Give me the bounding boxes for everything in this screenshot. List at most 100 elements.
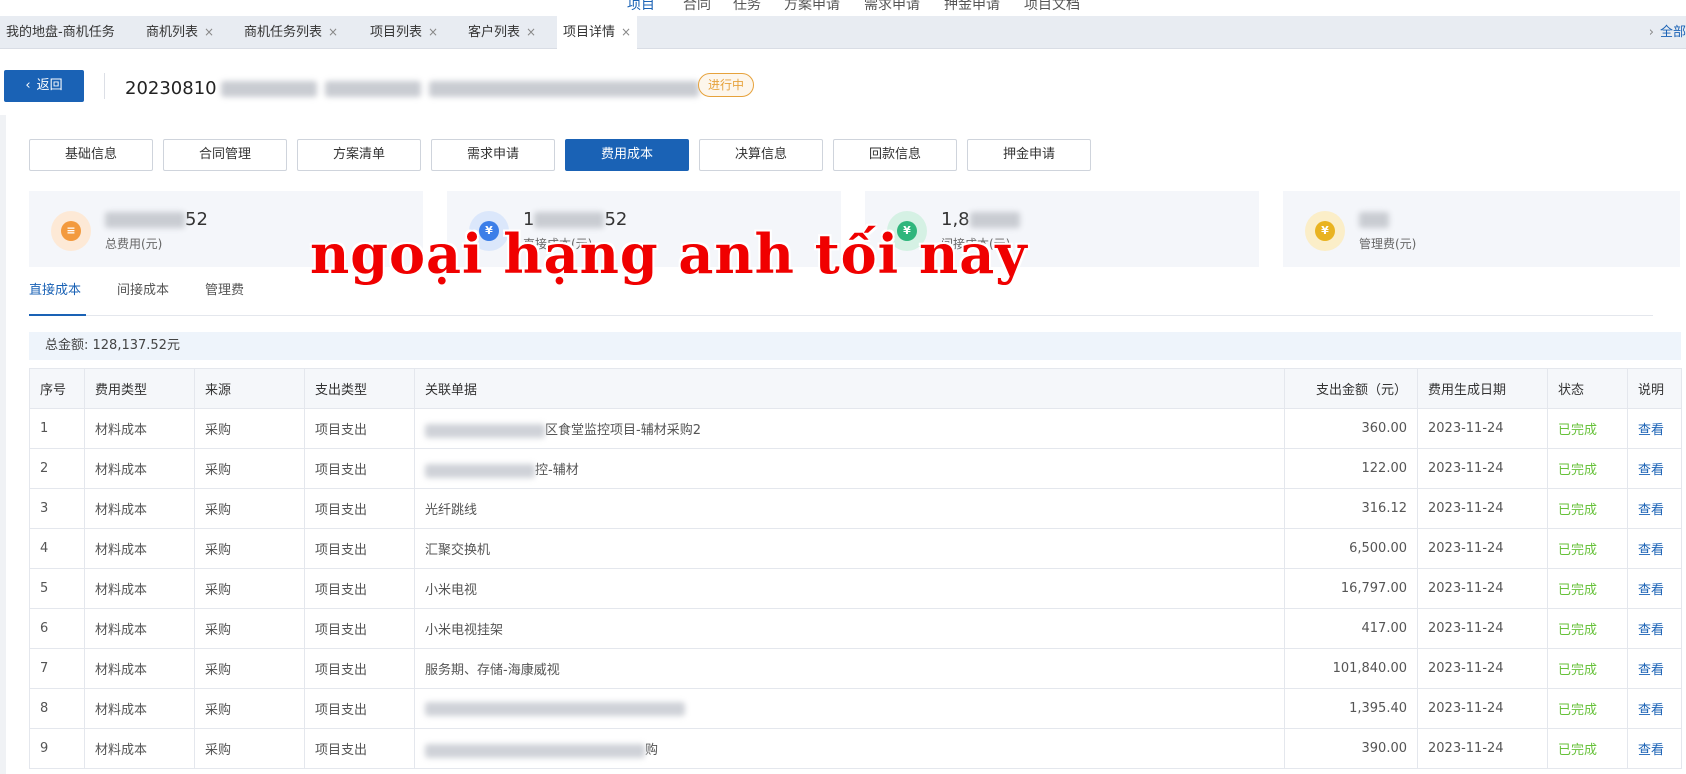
cost-date: 2023-11-24	[1417, 408, 1548, 449]
source: 采购	[194, 568, 305, 609]
column-header: 支出金额（元）	[1284, 368, 1418, 409]
back-button[interactable]: ‹ 返回	[4, 70, 84, 102]
redacted-text	[425, 701, 685, 716]
top-nav-item-contract[interactable]: 合同	[683, 0, 711, 14]
source: 采购	[194, 608, 305, 649]
coins-icon: ≡	[61, 221, 81, 241]
cost-type: 材料成本	[84, 608, 195, 649]
section-tab-demand-apply[interactable]: 需求申请	[431, 139, 555, 171]
expense-type: 项目支出	[304, 448, 415, 489]
watermark-text: ngoại hạng anh tối nay	[310, 222, 1028, 286]
amount: 101,840.00	[1284, 648, 1418, 689]
section-tab-payment[interactable]: 回款信息	[833, 139, 957, 171]
related-document: 汇聚交换机	[414, 528, 1285, 569]
column-header: 关联单据	[414, 368, 1285, 409]
top-nav-item-project-docs[interactable]: 项目文档	[1024, 0, 1080, 14]
related-document: 服务期、存储-海康威视	[414, 648, 1285, 689]
tab-opportunity-task-list[interactable]: 商机任务列表 ×	[238, 16, 344, 49]
amount: 1,395.40	[1284, 688, 1418, 729]
top-nav-item-demand-apply[interactable]: 需求申请	[864, 0, 920, 14]
column-header: 费用生成日期	[1417, 368, 1548, 409]
column-header: 来源	[194, 368, 305, 409]
close-icon[interactable]: ×	[328, 25, 338, 39]
stat-card-management-fee: ¥ 管理费(元)	[1283, 191, 1680, 267]
expense-type: 项目支出	[304, 528, 415, 569]
top-nav-item-task[interactable]: 任务	[733, 0, 761, 14]
row-number: 3	[29, 488, 85, 529]
view-link[interactable]: 查看	[1627, 568, 1682, 609]
redacted-text	[425, 423, 545, 438]
tab-opportunity-list[interactable]: 商机列表 ×	[140, 16, 220, 49]
redacted-text	[324, 81, 421, 97]
tab-project-list[interactable]: 项目列表 ×	[364, 16, 444, 49]
expense-type: 项目支出	[304, 648, 415, 689]
cost-date: 2023-11-24	[1417, 528, 1548, 569]
expense-type: 项目支出	[304, 608, 415, 649]
section-tab-plan-list[interactable]: 方案清单	[297, 139, 421, 171]
source: 采购	[194, 688, 305, 729]
top-nav-item-deposit-apply[interactable]: 押金申请	[944, 0, 1000, 14]
section-tab-contract-mgmt[interactable]: 合同管理	[163, 139, 287, 171]
row-number: 8	[29, 688, 85, 729]
amount: 122.00	[1284, 448, 1418, 489]
source: 采购	[194, 728, 305, 769]
page-header: ‹返回 20230810目 进行中	[0, 49, 1686, 115]
cost-type: 材料成本	[84, 488, 195, 529]
status: 已完成	[1547, 448, 1628, 489]
view-link[interactable]: 查看	[1627, 648, 1682, 689]
table-header-row: 序号 费用类型 来源 支出类型 关联单据 支出金额（元） 费用生成日期 状态 说…	[29, 368, 1682, 409]
expense-type: 项目支出	[304, 408, 415, 449]
stat-label: 管理费(元)	[1359, 237, 1417, 251]
view-link[interactable]: 查看	[1627, 608, 1682, 649]
cost-type: 材料成本	[84, 408, 195, 449]
cost-date: 2023-11-24	[1417, 648, 1548, 689]
status: 已完成	[1547, 488, 1628, 529]
redacted-text	[425, 743, 645, 758]
close-icon[interactable]: ×	[428, 25, 438, 39]
view-link[interactable]: 查看	[1627, 528, 1682, 569]
cost-type: 材料成本	[84, 528, 195, 569]
section-tab-settlement[interactable]: 决算信息	[699, 139, 823, 171]
amount: 6,500.00	[1284, 528, 1418, 569]
section-tab-basic-info[interactable]: 基础信息	[29, 139, 153, 171]
view-link[interactable]: 查看	[1627, 488, 1682, 529]
column-header: 状态	[1547, 368, 1628, 409]
close-icon[interactable]: ×	[204, 25, 214, 39]
view-link[interactable]: 查看	[1627, 408, 1682, 449]
tab-my-area[interactable]: 我的地盘-商机任务	[0, 16, 121, 49]
top-nav-item-project[interactable]: 项目	[627, 0, 655, 14]
redacted-text	[220, 81, 317, 97]
row-number: 5	[29, 568, 85, 609]
tab-management-fee[interactable]: 管理费	[205, 280, 244, 316]
status-badge: 进行中	[698, 73, 755, 97]
related-document: 区食堂监控项目-辅材采购2	[414, 408, 1285, 449]
tab-indirect-cost[interactable]: 间接成本	[117, 280, 169, 316]
close-icon[interactable]: ×	[621, 25, 631, 39]
related-document: 小米电视	[414, 568, 1285, 609]
open-tabs-bar: 我的地盘-商机任务 商机列表 × 商机任务列表 × 项目列表 × 客户列表 × 项目详情…	[0, 16, 1686, 50]
tab-direct-cost[interactable]: 直接成本	[29, 280, 86, 316]
table-body: 1 材料成本 采购 项目支出 区食堂监控项目-辅材采购2 360.00 2023-11-24…	[29, 408, 1682, 769]
close-icon[interactable]: ×	[526, 25, 536, 39]
tab-project-detail[interactable]: 项目详情 ×	[557, 16, 638, 50]
table-row: 5 材料成本 采购 项目支出 小米电视 16,797.00 2023-11-24 已完成 查看	[29, 568, 1682, 609]
cost-date: 2023-11-24	[1417, 568, 1548, 609]
top-nav-item-plan-apply[interactable]: 方案申请	[784, 0, 840, 14]
section-tab-cost[interactable]: 费用成本	[565, 139, 689, 171]
related-document	[414, 688, 1285, 729]
row-number: 9	[29, 728, 85, 769]
tab-customer-list[interactable]: 客户列表 ×	[462, 16, 542, 49]
view-link[interactable]: 查看	[1627, 728, 1682, 769]
view-link[interactable]: 查看	[1627, 688, 1682, 729]
stat-label: 总费用(元)	[105, 237, 163, 251]
section-tab-deposit[interactable]: 押金申请	[967, 139, 1091, 171]
row-number: 7	[29, 648, 85, 689]
cost-table: 序号 费用类型 来源 支出类型 关联单据 支出金额（元） 费用生成日期 状态 说…	[29, 368, 1682, 769]
source: 采购	[194, 408, 305, 449]
chevron-left-icon: ‹	[25, 78, 31, 93]
redacted-text	[1359, 212, 1389, 228]
view-link[interactable]: 查看	[1627, 448, 1682, 489]
tabs-all-menu[interactable]: › 全部	[1649, 16, 1686, 49]
table-row: 4 材料成本 采购 项目支出 汇聚交换机 6,500.00 2023-11-24 已完成 查看	[29, 528, 1682, 569]
table-row: 9 材料成本 采购 项目支出购 390.00 2023-11-24 已完成 查看	[29, 728, 1682, 769]
